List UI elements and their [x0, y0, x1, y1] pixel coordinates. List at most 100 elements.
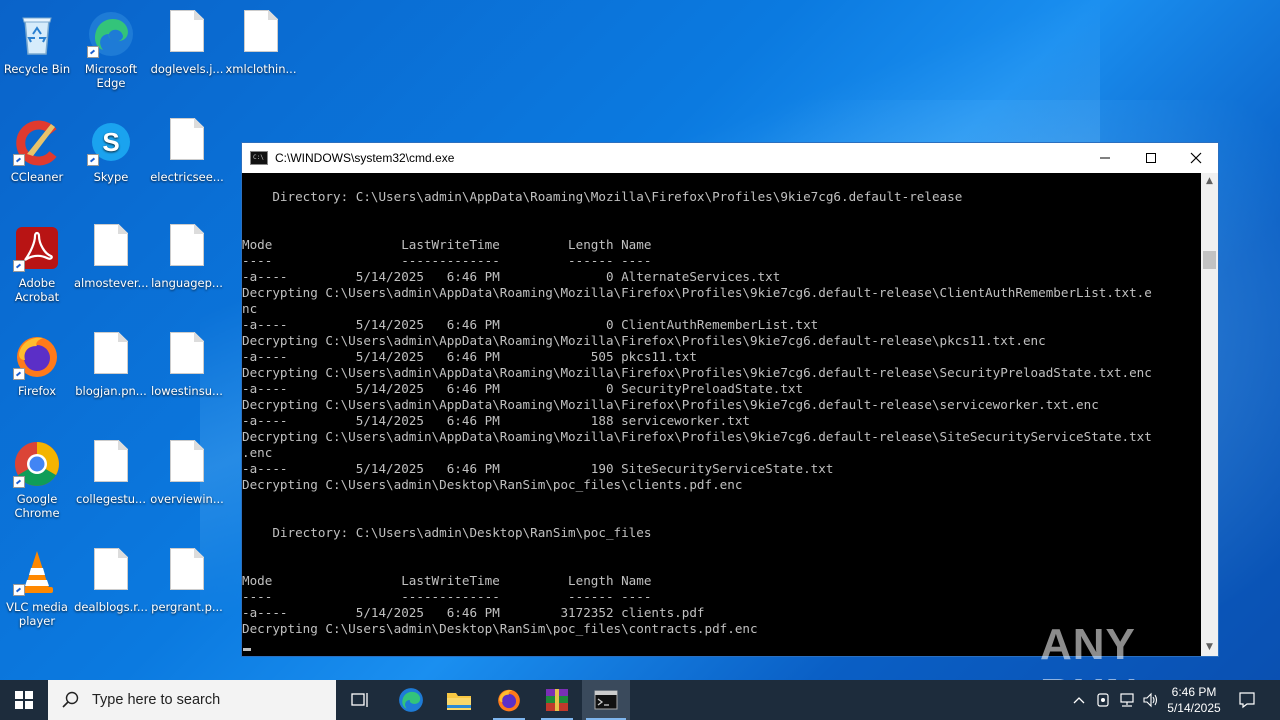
console-line: nc: [242, 301, 258, 316]
console-line: -a---- 5/14/2025 6:46 PM 0 ClientAuthRem…: [242, 317, 819, 332]
desktop-icon-label: CCleaner: [10, 170, 64, 184]
close-icon: [1190, 152, 1202, 164]
desktop-icon-label: overviewin...: [150, 492, 224, 506]
desktop-icon-label: doglevels.j...: [150, 62, 224, 76]
desktop-icon-firefox[interactable]: Firefox: [0, 326, 74, 398]
winrar-icon: [546, 689, 568, 711]
desktop-icon-file[interactable]: lowestinsu...: [150, 326, 224, 398]
desktop-icon-file[interactable]: overviewin...: [150, 434, 224, 506]
taskbar: Type here to search 6:46 PM 5/14/2025: [0, 680, 1280, 720]
taskbar-cmd[interactable]: [582, 680, 630, 720]
shortcut-arrow-icon: [13, 584, 25, 596]
scroll-up-icon[interactable]: ▲: [1201, 173, 1218, 190]
console-line: ---- ------------- ------ ----: [242, 589, 652, 604]
tray-device-button[interactable]: [1092, 680, 1114, 720]
skype-icon: S: [87, 118, 135, 166]
maximize-button[interactable]: [1128, 143, 1174, 173]
edge-icon: [87, 10, 135, 58]
search-icon: [62, 691, 79, 708]
minimize-icon: [1100, 157, 1110, 159]
console-line: Mode LastWriteTime Length Name: [242, 237, 652, 252]
minimize-button[interactable]: [1082, 143, 1128, 173]
edge-icon: [399, 688, 423, 712]
vertical-scrollbar[interactable]: ▲ ▼: [1201, 173, 1218, 656]
shortcut-arrow-icon: [13, 368, 25, 380]
cmd-window[interactable]: C:\ C:\WINDOWS\system32\cmd.exe Director…: [241, 142, 1219, 657]
desktop-icon-file[interactable]: languagep...: [150, 218, 224, 290]
console-line: Mode LastWriteTime Length Name: [242, 573, 652, 588]
desktop-icon-file[interactable]: collegestu...: [74, 434, 148, 506]
anyrun-watermark: ANY RUN: [1040, 610, 1240, 719]
recycle-bin-icon: [13, 10, 61, 58]
firefox-icon: [498, 689, 520, 712]
desktop-icon-file[interactable]: blogjan.pn...: [74, 326, 148, 398]
console-line: Decrypting C:\Users\admin\AppData\Roamin…: [242, 429, 1152, 444]
chevron-up-icon: [1073, 697, 1085, 704]
desktop-icon-adobe-acrobat[interactable]: Adobe Acrobat: [0, 218, 74, 304]
console-line: Decrypting C:\Users\admin\AppData\Roamin…: [242, 333, 1046, 348]
desktop-icon-label: VLC media player: [6, 600, 68, 628]
desktop-icon-skype[interactable]: S Skype: [74, 112, 148, 184]
taskbar-winrar[interactable]: [533, 680, 581, 720]
desktop-icon-label: almostever...: [74, 276, 149, 290]
desktop-icon-label: pergrant.p...: [151, 600, 223, 614]
taskbar-clock[interactable]: 6:46 PM 5/14/2025: [1158, 680, 1230, 720]
console-text: Directory: C:\Users\admin\AppData\Roamin…: [242, 173, 1202, 637]
network-button[interactable]: [1116, 680, 1138, 720]
console-line: Decrypting C:\Users\admin\AppData\Roamin…: [242, 285, 1152, 300]
desktop-icon-google-chrome[interactable]: Google Chrome: [0, 434, 74, 520]
desktop-icon-file[interactable]: dealblogs.r...: [74, 542, 148, 614]
text-cursor: [243, 648, 251, 651]
shortcut-arrow-icon: [87, 154, 99, 166]
file-icon: [244, 10, 278, 52]
cmd-icon: [594, 690, 618, 710]
file-icon: [94, 224, 128, 266]
device-icon: [1097, 693, 1109, 707]
console-line: ---- ------------- ------ ----: [242, 253, 652, 268]
console-line: -a---- 5/14/2025 6:46 PM 0 SecurityPrelo…: [242, 381, 804, 396]
window-titlebar[interactable]: C:\ C:\WINDOWS\system32\cmd.exe: [242, 143, 1218, 173]
taskbar-firefox[interactable]: [485, 680, 533, 720]
console-line: -a---- 5/14/2025 6:46 PM 190 SiteSecurit…: [242, 461, 834, 476]
console-line: Decrypting C:\Users\admin\AppData\Roamin…: [242, 365, 1152, 380]
cmd-app-icon: C:\: [250, 151, 268, 165]
task-view-button[interactable]: [336, 680, 384, 720]
desktop-icon-label: collegestu...: [76, 492, 146, 506]
desktop-icon-microsoft-edge[interactable]: Microsoft Edge: [74, 4, 148, 90]
desktop-icon-vlc[interactable]: VLC media player: [0, 542, 74, 628]
taskbar-search-box[interactable]: Type here to search: [48, 680, 336, 720]
taskbar-edge[interactable]: [387, 680, 435, 720]
clock-time: 6:46 PM: [1171, 685, 1217, 699]
shortcut-arrow-icon: [13, 260, 25, 272]
search-placeholder: Type here to search: [92, 692, 221, 708]
console-line: .enc: [242, 445, 273, 460]
desktop-icon-file[interactable]: doglevels.j...: [150, 4, 224, 76]
acrobat-icon: [13, 224, 61, 272]
start-button[interactable]: [0, 680, 48, 720]
console-output[interactable]: Directory: C:\Users\admin\AppData\Roamin…: [242, 173, 1202, 656]
desktop-icon-label: xmlclothin...: [225, 62, 297, 76]
task-view-icon: [351, 693, 368, 707]
taskbar-file-explorer[interactable]: [435, 680, 483, 720]
desktop-icon-label: Recycle Bin: [3, 62, 71, 76]
desktop-icon-label: lowestinsu...: [151, 384, 223, 398]
notifications-button[interactable]: [1234, 680, 1260, 720]
show-hidden-icons-button[interactable]: [1068, 680, 1090, 720]
desktop-icon-recycle-bin[interactable]: Recycle Bin: [0, 4, 74, 76]
desktop-icon-ccleaner[interactable]: CCleaner: [0, 112, 74, 184]
desktop-icon-file[interactable]: pergrant.p...: [150, 542, 224, 614]
desktop-icon-file[interactable]: almostever...: [74, 218, 149, 290]
shortcut-arrow-icon: [87, 46, 99, 58]
file-icon: [170, 332, 204, 374]
chrome-icon: [13, 440, 61, 488]
network-icon: [1120, 693, 1134, 707]
desktop-icon-file[interactable]: xmlclothin...: [224, 4, 298, 76]
clock-date: 5/14/2025: [1167, 701, 1221, 715]
file-icon: [94, 440, 128, 482]
file-icon: [170, 440, 204, 482]
file-icon: [170, 224, 204, 266]
desktop-icon-file[interactable]: electricsee...: [150, 112, 224, 184]
scrollbar-thumb[interactable]: [1203, 251, 1216, 269]
close-button[interactable]: [1173, 143, 1219, 173]
file-icon: [94, 332, 128, 374]
